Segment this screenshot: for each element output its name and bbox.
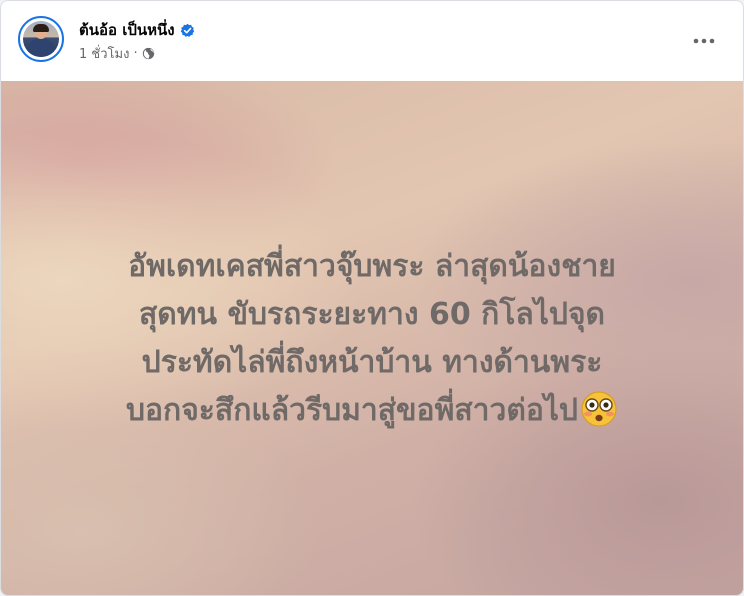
more-options-button[interactable] xyxy=(684,23,724,59)
post-body-line-4-wrapper: บอกจะสึกแล้วรีบมาสู่ขอพี่สาวต่อไป xyxy=(21,387,723,435)
post-header: ต้นอ้อ เป็นหนึ่ง 1 ชั่วโมง · xyxy=(1,1,743,81)
globe-icon[interactable] xyxy=(142,47,155,60)
post-card: ต้นอ้อ เป็นหนึ่ง 1 ชั่วโมง · อัพเดทเคสพี… xyxy=(0,0,744,596)
author-name[interactable]: ต้นอ้อ เป็นหนึ่ง xyxy=(79,18,175,42)
post-body-line-3: ประทัดไล่พี่ถึงหน้าบ้าน ทางด้านพระ xyxy=(141,345,603,380)
post-body-line-4: บอกจะสึกแล้วรีบมาสู่ขอพี่สาวต่อไป xyxy=(126,393,578,428)
post-body-line-1: อัพเดทเคสพี่สาวจุ๊บพระ ล่าสุดน้องชาย xyxy=(128,249,616,284)
avatar-photo xyxy=(23,21,59,57)
post-timestamp[interactable]: 1 ชั่วโมง xyxy=(79,43,129,64)
avatar-hair xyxy=(33,24,49,32)
post-body: อัพเดทเคสพี่สาวจุ๊บพระ ล่าสุดน้องชาย สุด… xyxy=(21,243,723,435)
flushed-face-emoji-icon xyxy=(581,391,617,427)
meta-separator: · xyxy=(133,45,138,61)
author-name-row: ต้นอ้อ เป็นหนึ่ง xyxy=(79,19,195,41)
verified-badge-icon xyxy=(180,23,194,37)
post-body-line-2: สุดทน ขับรถระยะทาง 60 กิโลไปจุด xyxy=(138,297,606,332)
author-avatar[interactable] xyxy=(18,16,64,62)
avatar-body xyxy=(28,39,54,57)
post-text-background[interactable]: อัพเดทเคสพี่สาวจุ๊บพระ ล่าสุดน้องชาย สุด… xyxy=(1,81,743,595)
post-meta: 1 ชั่วโมง · xyxy=(79,44,155,62)
more-horizontal-icon xyxy=(693,38,715,44)
